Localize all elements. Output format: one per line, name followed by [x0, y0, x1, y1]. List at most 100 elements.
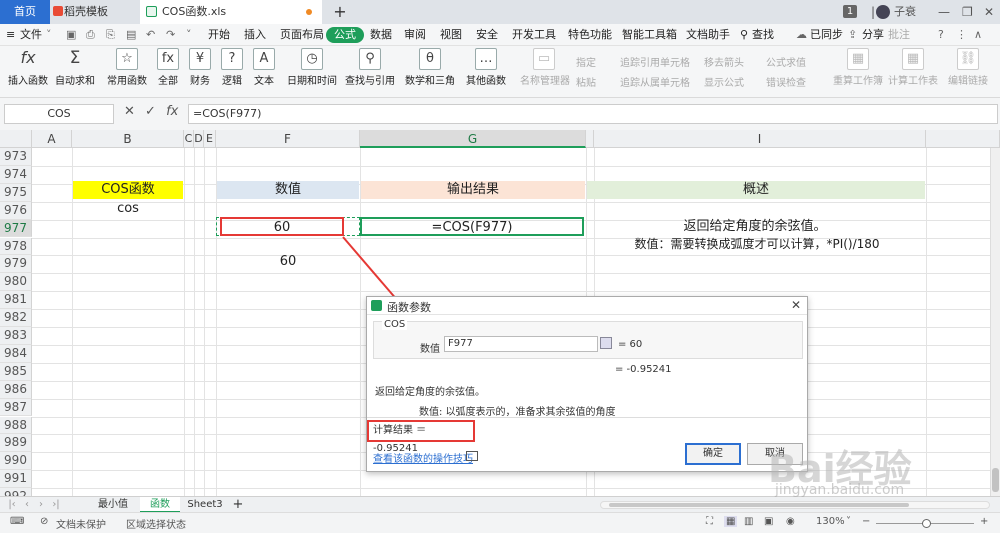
row-header-987[interactable]: 987 [0, 398, 32, 417]
last-sheet-icon[interactable]: ›| [50, 497, 62, 513]
row-header-973[interactable]: 973 [0, 148, 32, 166]
cell-i975[interactable]: 概述 [587, 181, 925, 199]
cell-f979[interactable]: 60 [217, 253, 359, 271]
hamburger-icon[interactable]: ≡ [6, 24, 15, 46]
column-header-b[interactable]: B [72, 130, 184, 148]
cell-i978[interactable]: 数值：需要转换成弧度才可以计算，*PI()/180 [588, 235, 926, 253]
column-header-e[interactable]: E [204, 130, 216, 148]
sheet-tab-functions[interactable]: 函数 [140, 497, 180, 513]
edit-links-button[interactable]: ⛓ 编辑链接 [946, 48, 990, 87]
row-header-984[interactable]: 984 [0, 344, 32, 363]
column-header-d[interactable]: D [194, 130, 204, 148]
error-check-button[interactable]: 错误检查 [766, 74, 806, 89]
tab-home[interactable]: 首页 [0, 0, 50, 24]
row-header-986[interactable]: 986 [0, 380, 32, 399]
menu-features[interactable]: 特色功能 [568, 24, 612, 46]
cell-g977[interactable]: =COS(F977) [360, 217, 584, 236]
column-header-c[interactable]: C [184, 130, 194, 148]
specify-button[interactable]: 指定 [576, 54, 596, 69]
dialog-titlebar[interactable]: 函数参数 ✕ [367, 297, 807, 315]
more-options-icon[interactable]: ⋮ [956, 24, 967, 46]
help-link[interactable]: 查看该函数的操作技巧 [373, 450, 473, 465]
focus-mode-icon[interactable]: ⛶ [706, 516, 713, 527]
normal-view-icon[interactable]: ▦ [724, 516, 738, 527]
zoom-slider-thumb[interactable] [922, 519, 931, 528]
menu-data[interactable]: 数据 [370, 24, 392, 46]
avatar[interactable] [876, 5, 890, 19]
video-icon[interactable] [466, 451, 478, 461]
common-functions-button[interactable]: ☆ 常用函数 [104, 48, 150, 87]
menu-insert[interactable]: 插入 [244, 24, 266, 46]
math-button[interactable]: θ 数学和三角 [404, 48, 456, 87]
tab-file[interactable]: COS函数.xls [140, 0, 322, 24]
row-header-982[interactable]: 982 [0, 309, 32, 327]
insert-function-button[interactable]: fx 插入函数 [8, 48, 48, 87]
row-header-990[interactable]: 990 [0, 452, 32, 471]
all-functions-button[interactable]: fx 全部 [156, 48, 180, 87]
page-badge[interactable]: 1 [843, 5, 857, 18]
datetime-button[interactable]: ◷ 日期和时间 [286, 48, 338, 87]
undo-icon[interactable]: ↶ [146, 24, 155, 46]
row-header-976[interactable]: 976 [0, 201, 32, 220]
paste-button[interactable]: 粘贴 [576, 74, 596, 89]
row-header-985[interactable]: 985 [0, 362, 32, 381]
cell-b976[interactable]: cos [73, 200, 183, 217]
horizontal-scroll-thumb[interactable] [609, 503, 909, 507]
menu-page-layout[interactable]: 页面布局 [280, 24, 324, 46]
row-header-989[interactable]: 989 [0, 434, 32, 453]
trace-dependents-button[interactable]: 追踪从属单元格 [620, 74, 690, 89]
next-sheet-icon[interactable]: › [36, 497, 46, 513]
menu-home[interactable]: 开始 [208, 24, 230, 46]
close-icon[interactable]: ✕ [984, 0, 994, 24]
horizontal-scrollbar[interactable] [600, 501, 990, 509]
cell-g975[interactable]: 输出结果 [361, 181, 585, 199]
column-header-a[interactable]: A [32, 130, 72, 148]
calc-sheet-button[interactable]: ▦ 计算工作表 [888, 48, 938, 87]
redo-icon[interactable]: ↷ [166, 24, 175, 46]
menu-doc-assistant[interactable]: 文档助手 [686, 24, 730, 46]
autosum-button[interactable]: Σ 自动求和 [54, 48, 96, 87]
zoom-out-icon[interactable]: − [862, 516, 870, 527]
first-sheet-icon[interactable]: |‹ [6, 497, 18, 513]
search-icon[interactable]: ⚲ [740, 24, 748, 46]
dialog-close-icon[interactable]: ✕ [791, 298, 801, 312]
more-icon[interactable]: ˅ [186, 24, 192, 46]
select-all-corner[interactable] [0, 130, 32, 148]
print-icon[interactable]: ⎘ [106, 24, 115, 46]
ok-button[interactable]: 确定 [685, 443, 741, 465]
remove-arrows-button[interactable]: 移去箭头 [704, 54, 744, 69]
new-tab-icon[interactable]: + [330, 0, 350, 24]
prev-sheet-icon[interactable]: ‹ [22, 497, 32, 513]
accept-formula-icon[interactable]: ✓ [145, 104, 156, 119]
column-header-f[interactable]: F [216, 130, 360, 148]
minimize-icon[interactable]: — [938, 0, 950, 24]
sync-status[interactable]: 已同步 [810, 24, 843, 46]
argument-input[interactable]: F977 [444, 336, 598, 352]
page-break-view-icon[interactable]: ▥ [744, 516, 753, 527]
menu-developer[interactable]: 开发工具 [512, 24, 556, 46]
column-header-j[interactable] [926, 130, 1000, 148]
trace-precedents-button[interactable]: 追踪引用单元格 [620, 54, 690, 69]
menu-security[interactable]: 安全 [476, 24, 498, 46]
cell-i977[interactable]: 返回给定角度的余弦值。 [594, 218, 916, 236]
eye-protection-icon[interactable]: ◉ [786, 516, 795, 527]
row-header-979[interactable]: 979 [0, 255, 32, 274]
show-formulas-button[interactable]: 显示公式 [704, 74, 744, 89]
menu-toolbox[interactable]: 智能工具箱 [622, 24, 677, 46]
menu-review[interactable]: 审阅 [404, 24, 426, 46]
row-header-988[interactable]: 988 [0, 416, 32, 435]
formula-input[interactable]: =COS(F977) [188, 104, 998, 124]
cell-f975[interactable]: 数值 [217, 181, 359, 199]
cancel-formula-icon[interactable]: ✕ [124, 104, 135, 119]
help-icon[interactable]: ? [938, 24, 944, 46]
share-button[interactable]: 分享 [862, 24, 884, 46]
row-header-981[interactable]: 981 [0, 291, 32, 310]
maximize-icon[interactable]: ❐ [962, 0, 973, 24]
column-header-h[interactable] [586, 130, 594, 148]
save-icon[interactable]: ▣ [66, 24, 76, 46]
add-sheet-icon[interactable]: + [230, 497, 246, 513]
export-pdf-icon[interactable]: ▤ [126, 24, 136, 46]
zoom-in-icon[interactable]: + [980, 516, 988, 527]
fx-button[interactable]: fx [166, 104, 178, 119]
tab-template[interactable]: 稻壳模板 [50, 0, 130, 24]
